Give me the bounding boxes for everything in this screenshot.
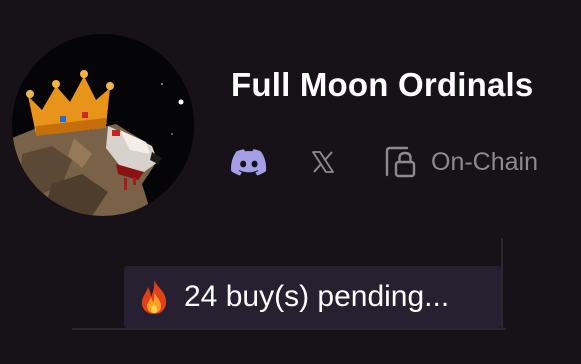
pending-buys-badge: 24 buy(s) pending... bbox=[124, 266, 501, 328]
on-chain-label: On-Chain bbox=[431, 147, 538, 176]
discord-icon bbox=[231, 149, 267, 176]
x-logo-icon bbox=[312, 151, 334, 173]
divider-vertical bbox=[501, 238, 503, 330]
divider-horizontal bbox=[72, 328, 506, 330]
crowned-wolf-avatar-icon bbox=[12, 34, 194, 216]
collection-links: On-Chain bbox=[229, 140, 538, 184]
on-chain-link[interactable]: On-Chain bbox=[383, 145, 538, 179]
discord-link[interactable] bbox=[229, 142, 269, 182]
x-link[interactable] bbox=[303, 142, 343, 182]
collection-avatar bbox=[12, 34, 194, 216]
fire-icon bbox=[141, 280, 167, 314]
lock-document-icon bbox=[385, 146, 416, 178]
collection-name: Full Moon Ordinals bbox=[231, 66, 534, 103]
pending-buys-text: 24 buy(s) pending... bbox=[184, 280, 450, 313]
